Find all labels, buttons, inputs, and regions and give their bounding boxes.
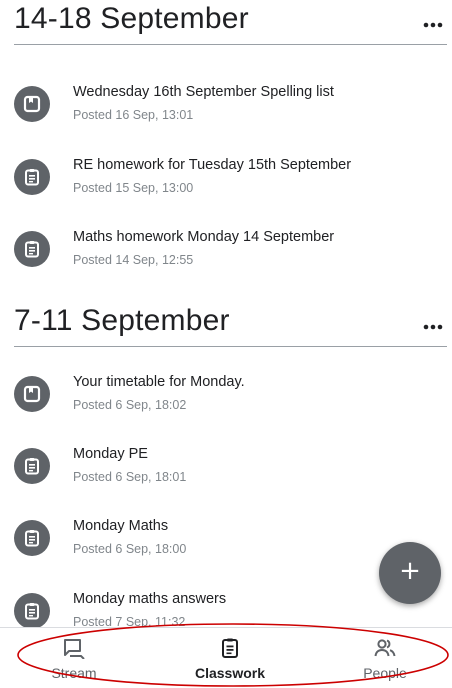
item-title: Monday maths answers: [73, 591, 227, 607]
add-icon: +: [399, 556, 421, 586]
classwork-item[interactable]: Monday PE Posted 6 Sep, 18:01: [14, 446, 434, 496]
topic-header: 7-11 September: [14, 302, 447, 347]
stream-icon: [63, 637, 85, 660]
classwork-item[interactable]: Maths homework Monday 14 September Poste…: [14, 229, 434, 279]
item-title: Monday Maths: [73, 518, 169, 534]
item-posted-date: Posted 6 Sep, 18:02: [73, 398, 187, 412]
topic-title: 7-11 September: [14, 304, 230, 337]
nav-tab-stream[interactable]: Stream: [19, 628, 129, 684]
topic-section: 7-11 September: [14, 302, 447, 347]
bottom-navigation: Stream Classwork People: [0, 627, 452, 685]
nav-tab-classwork[interactable]: Classwork: [175, 628, 285, 684]
item-title: Monday PE: [73, 446, 148, 462]
material-icon: [14, 376, 50, 412]
classwork-item[interactable]: Your timetable for Monday. Posted 6 Sep,…: [14, 374, 434, 424]
item-posted-date: Posted 16 Sep, 13:01: [73, 108, 194, 122]
assignment-icon: [14, 448, 50, 484]
classwork-item[interactable]: RE homework for Tuesday 15th September P…: [14, 157, 434, 207]
item-title: RE homework for Tuesday 15th September: [73, 157, 352, 173]
assignment-icon: [14, 231, 50, 267]
nav-label-people: People: [363, 665, 407, 681]
nav-label-stream: Stream: [51, 665, 97, 681]
nav-tab-people[interactable]: People: [330, 628, 440, 684]
topic-title: 14-18 September: [14, 2, 249, 35]
people-icon: [374, 637, 396, 659]
more-options-icon[interactable]: [423, 322, 443, 332]
item-posted-date: Posted 6 Sep, 18:01: [73, 470, 187, 484]
create-fab-button[interactable]: +: [379, 542, 441, 604]
classwork-item[interactable]: Wednesday 16th September Spelling list P…: [14, 84, 434, 134]
assignment-icon: [14, 159, 50, 195]
assignment-icon: [14, 520, 50, 556]
classwork-icon: [219, 637, 241, 659]
more-options-icon[interactable]: [423, 20, 443, 30]
material-icon: [14, 86, 50, 122]
item-title: Wednesday 16th September Spelling list: [73, 84, 334, 100]
item-title: Maths homework Monday 14 September: [73, 229, 335, 245]
item-posted-date: Posted 15 Sep, 13:00: [73, 181, 194, 195]
classwork-item[interactable]: Monday Maths Posted 6 Sep, 18:00: [14, 518, 434, 568]
topic-section: 14-18 September: [14, 0, 447, 45]
item-posted-date: Posted 6 Sep, 18:00: [73, 542, 187, 556]
assignment-icon: [14, 593, 50, 629]
nav-label-classwork: Classwork: [194, 665, 266, 681]
item-title: Your timetable for Monday.: [73, 374, 245, 390]
topic-header: 14-18 September: [14, 0, 447, 45]
item-posted-date: Posted 14 Sep, 12:55: [73, 253, 194, 267]
